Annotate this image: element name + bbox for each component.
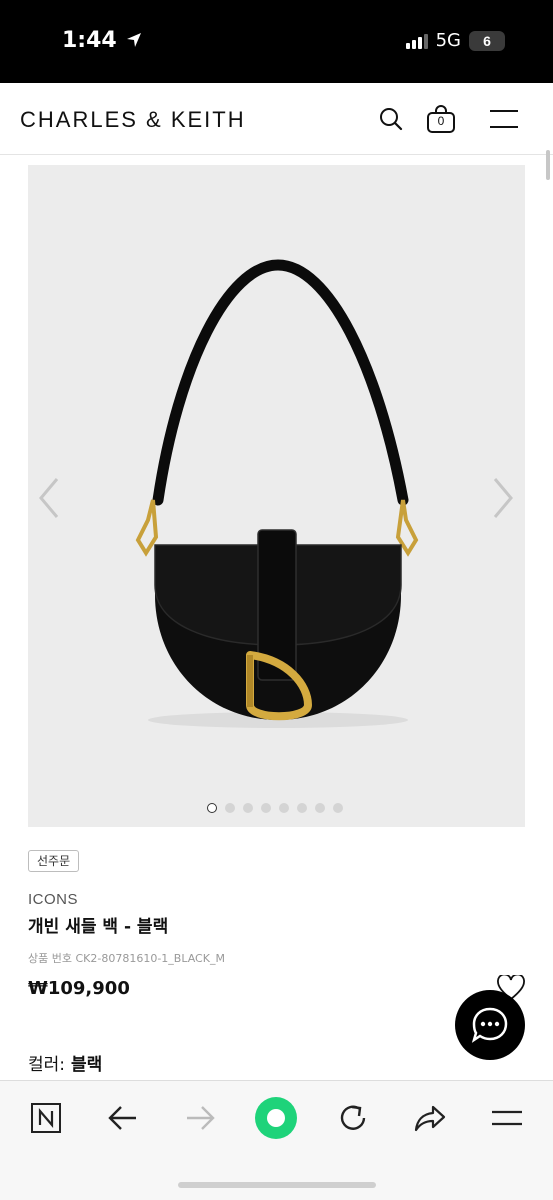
browser-menu-icon[interactable] [487,1098,527,1138]
status-time: 1:44 [62,28,142,53]
carousel-dot[interactable] [225,803,235,813]
carousel-dot[interactable] [315,803,325,813]
forward-arrow-icon[interactable] [180,1098,220,1138]
refresh-icon[interactable] [333,1098,373,1138]
network-type: 5G [435,30,461,51]
carousel-dot[interactable] [243,803,253,813]
site-header: CHARLES & KEITH 0 [0,83,553,155]
color-label: 컬러: [28,1055,66,1075]
status-bar: 1:44 5G 6 [0,0,553,83]
share-icon[interactable] [410,1098,450,1138]
back-arrow-icon[interactable] [103,1098,143,1138]
product-price: ₩109,900 [28,978,130,999]
green-dot-icon[interactable] [254,1096,298,1140]
signal-icon [405,33,428,49]
carousel-dot[interactable] [333,803,343,813]
carousel-dot[interactable] [297,803,307,813]
home-indicator[interactable] [178,1182,376,1188]
carousel-dots [207,803,343,813]
chat-bubble-icon [471,1007,508,1043]
preorder-badge: 선주문 [28,850,80,872]
naver-n-icon[interactable] [26,1098,66,1138]
status-indicators: 5G 6 [405,30,505,51]
shopping-bag-icon[interactable]: 0 [425,103,457,135]
scrollbar[interactable] [546,150,550,180]
color-value: 블랙 [70,1055,103,1075]
carousel-dot[interactable] [261,803,271,813]
battery-icon: 6 [469,30,505,51]
color-selector-label: 컬러: 블랙 [28,1050,102,1075]
carousel-dot[interactable] [207,803,217,813]
product-image[interactable] [28,165,525,827]
product-sku: 상품 번호 CK2-80781610-1_BLACK_M [28,952,225,965]
product-collection: ICONS [28,891,79,908]
cart-count: 0 [437,114,445,128]
carousel-prev-chevron-icon[interactable] [34,475,64,521]
product-name: 개빈 새들 백 - 블랙 [28,917,169,937]
brand-logo[interactable]: CHARLES & KEITH [20,107,246,133]
location-arrow-icon [127,33,142,47]
carousel-next-chevron-icon[interactable] [488,475,518,521]
search-icon[interactable] [375,103,407,135]
menu-icon[interactable] [487,103,521,135]
product-bag-illustration [135,259,419,728]
chat-button[interactable] [455,990,525,1060]
carousel-dot[interactable] [279,803,289,813]
